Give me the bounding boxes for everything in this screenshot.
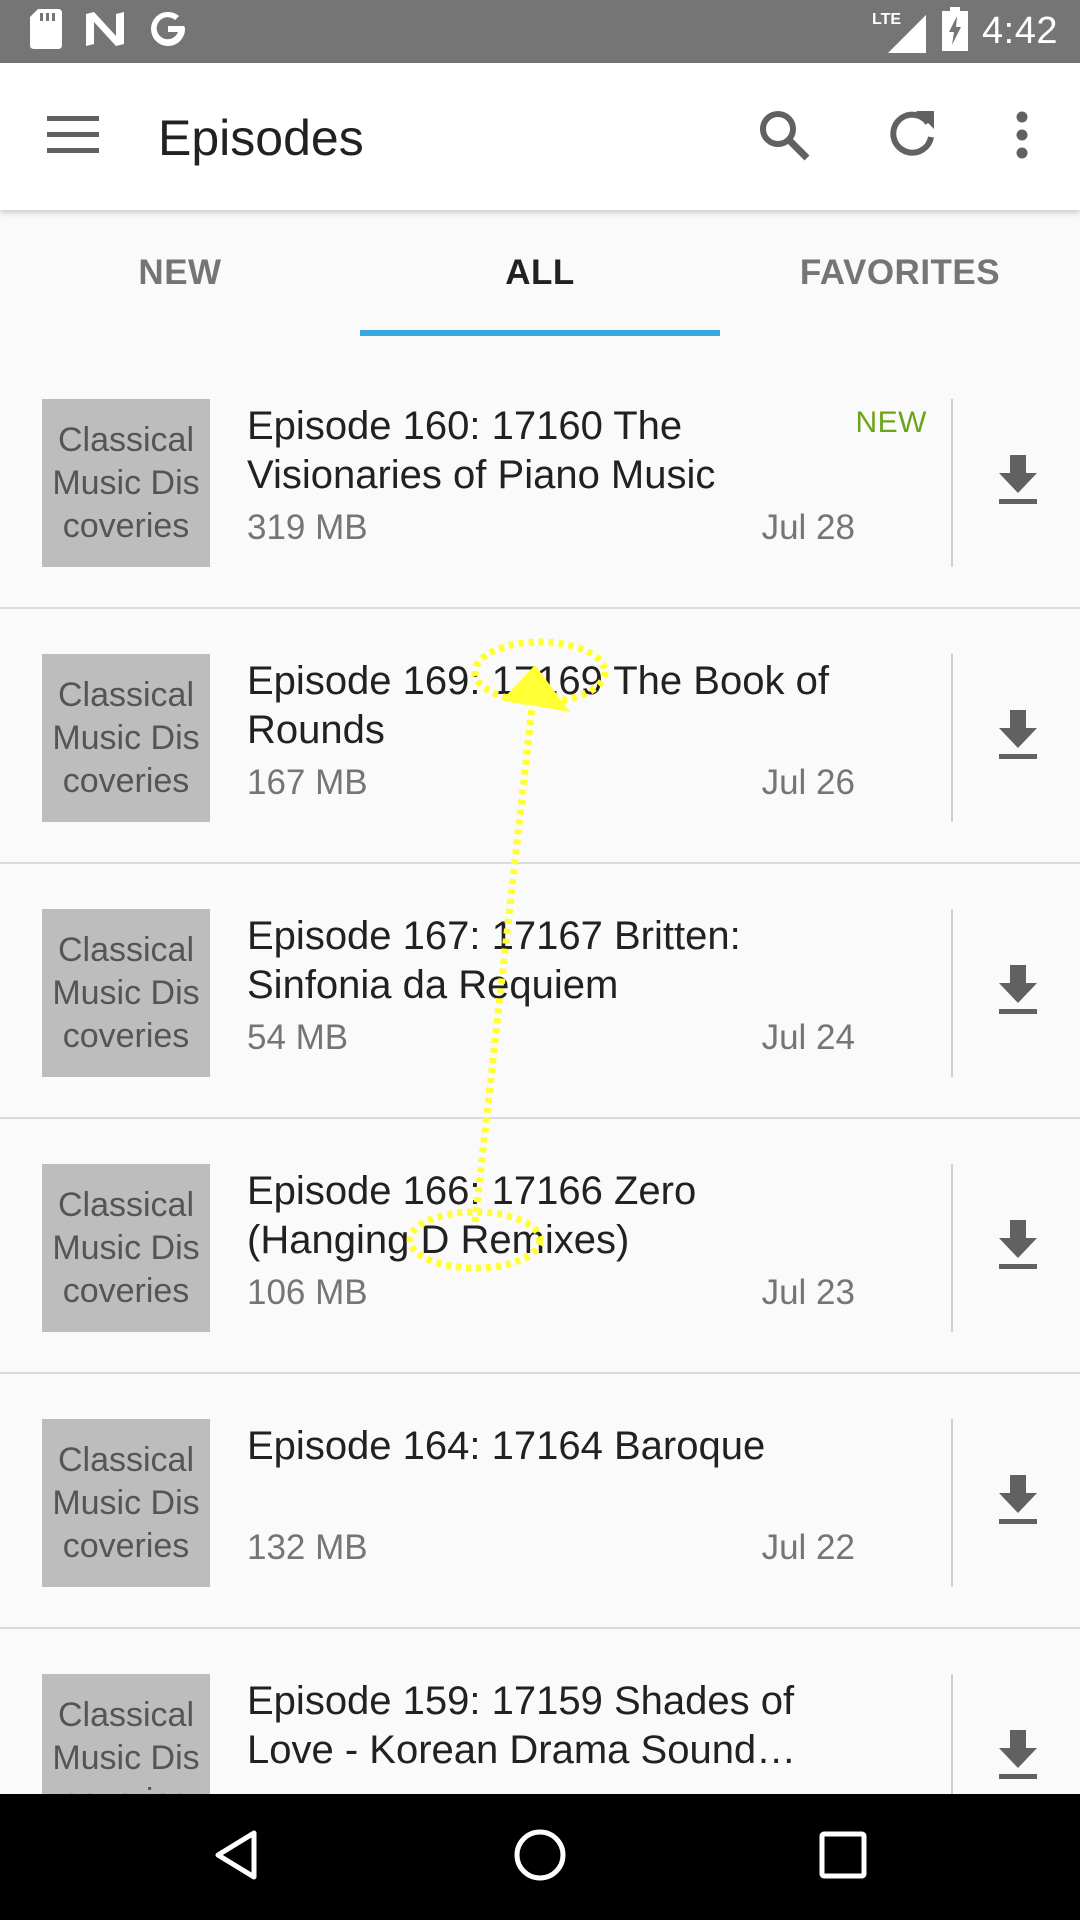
home-button[interactable] [507, 1824, 573, 1890]
episode-date: Jul 24 [761, 1018, 855, 1057]
network-label: LTE [872, 10, 902, 28]
download-icon [997, 1474, 1039, 1530]
download-button[interactable] [985, 1721, 1051, 1793]
episode-size: 319 MB [247, 508, 368, 547]
refresh-icon [886, 109, 938, 166]
tab-all[interactable]: ALL [360, 210, 720, 336]
row-divider [951, 1164, 953, 1332]
episode-title: Episode 166: 17166 Zero (Hanging D Remix… [247, 1169, 697, 1262]
episode-title: Episode 169: 17169 The Book of Rounds [247, 659, 829, 752]
tab-new[interactable]: NEW [0, 210, 360, 336]
system-nav-bar [0, 1794, 1080, 1920]
podcast-cover: Classical Music Dis coveries [42, 1674, 210, 1794]
download-icon [997, 454, 1039, 510]
episode-row[interactable]: Classical Music Dis coveries Episode 160… [0, 354, 1080, 609]
sd-card-icon [30, 8, 62, 54]
download-icon [997, 964, 1039, 1020]
menu-icon [47, 115, 99, 159]
podcast-cover: Classical Music Dis coveries [42, 909, 210, 1077]
podcast-cover: Classical Music Dis coveries [42, 1164, 210, 1332]
status-time: 4:42 [982, 10, 1058, 52]
battery-charging-icon [942, 7, 969, 56]
status-left-icons [30, 8, 188, 54]
signal-icon: LTE [872, 9, 928, 55]
more-options-button[interactable] [986, 101, 1058, 173]
row-divider [951, 1419, 953, 1587]
row-divider [951, 909, 953, 1077]
download-icon [997, 1729, 1039, 1785]
episode-size: 167 MB [247, 763, 368, 802]
episode-row[interactable]: Classical Music Dis coveries Episode 159… [0, 1629, 1080, 1794]
download-button[interactable] [985, 446, 1051, 518]
row-divider [951, 1674, 953, 1794]
menu-button[interactable] [30, 101, 116, 173]
search-icon [758, 109, 810, 166]
back-icon [212, 1829, 260, 1886]
download-button[interactable] [985, 1211, 1051, 1283]
episode-date: Jul 28 [761, 508, 855, 547]
episode-date: Jul 22 [761, 1528, 855, 1567]
episode-row[interactable]: Classical Music Dis coveries Episode 167… [0, 864, 1080, 1119]
row-divider [951, 654, 953, 822]
n-logo-icon [84, 10, 126, 53]
episode-title: Episode 167: 17167 Britten: Sinfonia da … [247, 914, 741, 1007]
download-button[interactable] [985, 1466, 1051, 1538]
download-button[interactable] [985, 701, 1051, 773]
episode-size: 54 MB [247, 1018, 349, 1057]
episode-row[interactable]: Classical Music Dis coveries Episode 169… [0, 609, 1080, 864]
google-icon [148, 9, 188, 54]
app-bar: Episodes [0, 63, 1080, 210]
episode-size: 106 MB [247, 1273, 368, 1312]
episode-title: Episode 164: 17164 Baroque [247, 1424, 766, 1468]
episode-row[interactable]: Classical Music Dis coveries Episode 166… [0, 1119, 1080, 1374]
episode-title: Episode 159: 17159 Shades of Love - Kore… [247, 1679, 797, 1772]
download-icon [997, 709, 1039, 765]
download-icon [997, 1219, 1039, 1275]
episode-list[interactable]: Classical Music Dis coveries Episode 160… [0, 354, 1080, 1794]
download-button[interactable] [985, 956, 1051, 1028]
more-vert-icon [1015, 111, 1029, 164]
row-divider [951, 399, 953, 567]
home-icon [512, 1827, 568, 1888]
back-button[interactable] [203, 1824, 269, 1890]
episode-date: Jul 23 [761, 1273, 855, 1312]
tab-bar: NEW ALL FAVORITES [0, 210, 1080, 336]
episode-date: Jul 26 [761, 763, 855, 802]
search-button[interactable] [748, 101, 820, 173]
status-right-icons: LTE 4:42 [872, 0, 1058, 63]
new-badge: NEW [855, 406, 927, 439]
episode-size: 132 MB [247, 1528, 368, 1567]
podcast-cover: Classical Music Dis coveries [42, 654, 210, 822]
recents-icon [818, 1830, 868, 1885]
episode-title: Episode 160: 17160 The Visionaries of Pi… [247, 404, 716, 497]
podcast-cover: Classical Music Dis coveries [42, 399, 210, 567]
page-title: Episodes [158, 110, 364, 166]
status-bar: LTE 4:42 [0, 0, 1080, 63]
tab-favorites[interactable]: FAVORITES [720, 210, 1080, 336]
recents-button[interactable] [810, 1824, 876, 1890]
refresh-button[interactable] [876, 101, 948, 173]
podcast-cover: Classical Music Dis coveries [42, 1419, 210, 1587]
episode-row[interactable]: Classical Music Dis coveries Episode 164… [0, 1374, 1080, 1629]
tab-indicator [360, 330, 720, 336]
